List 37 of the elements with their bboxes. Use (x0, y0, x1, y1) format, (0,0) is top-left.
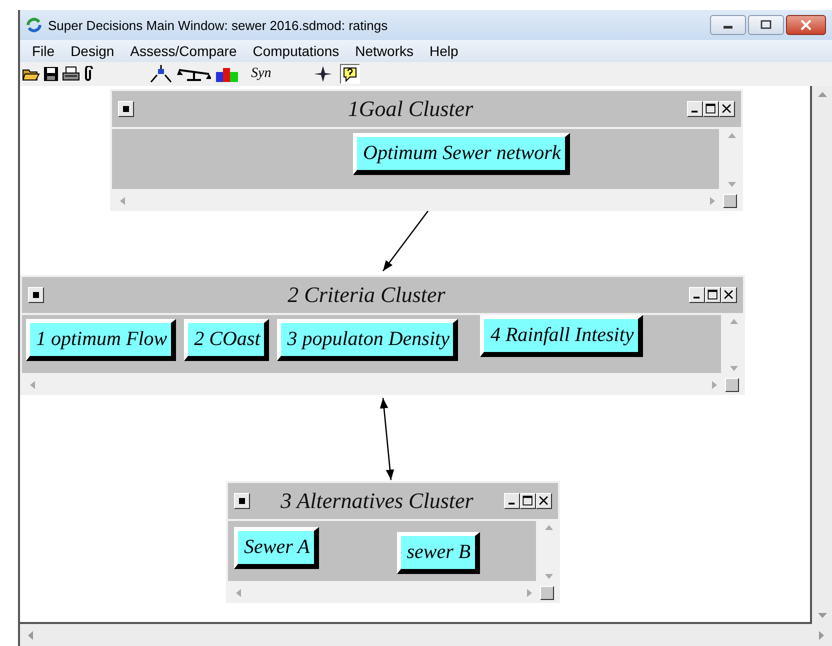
cluster-title: 2 Criteria Cluster (286, 282, 446, 308)
cluster-menu-button[interactable] (28, 287, 44, 303)
resize-handle[interactable] (540, 586, 554, 600)
save-icon[interactable] (43, 66, 59, 82)
printer-icon[interactable] (62, 66, 80, 82)
node-button[interactable]: sewer B (396, 532, 480, 574)
menu-item[interactable]: Design (62, 43, 122, 59)
cluster-menu-button[interactable] (118, 101, 134, 117)
resize-handle[interactable] (725, 378, 739, 392)
node-button[interactable]: 3 populaton Density (277, 319, 458, 361)
synthesize-button[interactable]: Syn (249, 66, 274, 82)
maximize-icon[interactable] (748, 15, 784, 35)
node-button[interactable]: 1 optimum Flow (26, 319, 176, 361)
menu-item[interactable]: Computations (244, 43, 348, 59)
node-button[interactable]: 4 Rainfall Intesity (480, 315, 643, 357)
compass-icon[interactable] (313, 65, 334, 83)
network-icon[interactable] (148, 65, 174, 83)
help-button[interactable] (340, 64, 360, 84)
menu-item[interactable]: Help (422, 43, 466, 59)
window-title: Super Decisions Main Window: sewer 2016.sdmod: ratings (48, 18, 389, 32)
close-icon[interactable] (786, 15, 826, 35)
scale-icon[interactable] (177, 66, 211, 82)
node-button[interactable]: 2 COast (184, 319, 270, 361)
cluster-title: 3 Alternatives Cluster (280, 488, 474, 514)
paperclip-icon[interactable] (83, 66, 93, 82)
node-button[interactable]: Optimum Sewer network (353, 133, 570, 175)
menu-item[interactable]: Networks (347, 43, 422, 59)
minimize-icon[interactable] (710, 15, 746, 35)
menu-item[interactable]: Assess/Compare (122, 43, 245, 59)
resize-handle[interactable] (723, 194, 737, 208)
cluster-title: 1Goal Cluster (346, 96, 474, 122)
help-icon (342, 66, 358, 82)
menu-item[interactable]: File (24, 43, 63, 59)
cluster-menu-button[interactable] (234, 493, 250, 509)
bar-chart-icon[interactable] (214, 66, 240, 82)
app-logo-icon (26, 17, 42, 33)
node-button[interactable]: Sewer A (234, 527, 319, 569)
